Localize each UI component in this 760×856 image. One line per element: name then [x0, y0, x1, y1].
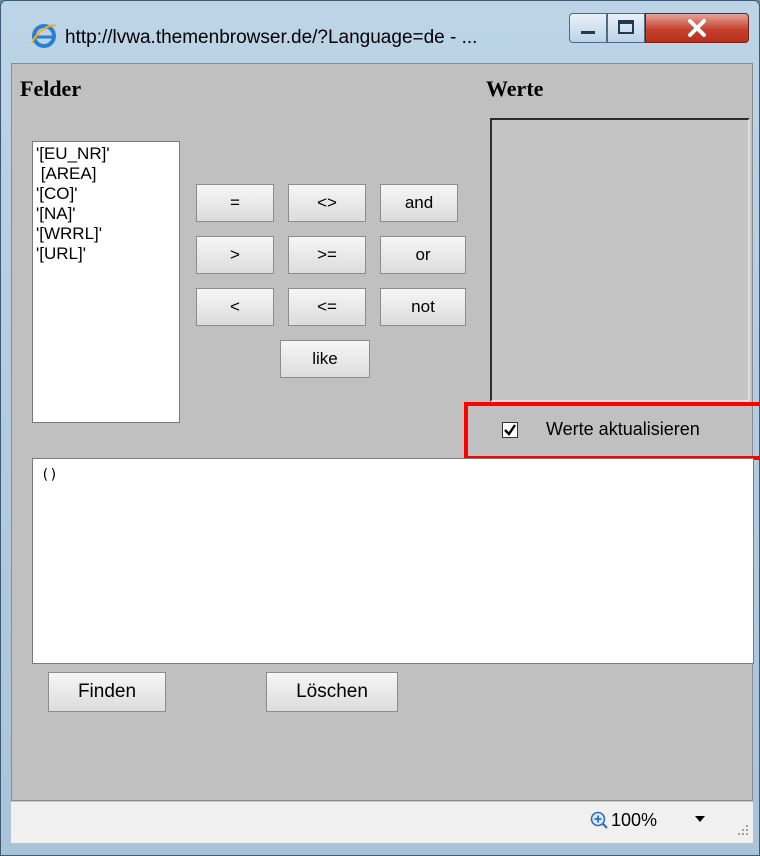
browser-popup-window: http://lvwa.themenbrowser.de/?Language=d…	[0, 0, 760, 856]
values-heading: Werte	[486, 76, 544, 101]
refresh-values-checkbox[interactable]	[502, 422, 518, 438]
title-bar[interactable]: http://lvwa.themenbrowser.de/?Language=d…	[1, 1, 759, 63]
field-item[interactable]: '[NA]'	[36, 204, 176, 224]
or-button[interactable]: or	[380, 236, 466, 274]
field-item[interactable]: '[WRRL]'	[36, 224, 176, 244]
like-button[interactable]: like	[280, 340, 370, 378]
values-listbox[interactable]	[490, 118, 750, 402]
not-equal-button[interactable]: <>	[288, 184, 366, 222]
find-button[interactable]: Finden	[48, 672, 166, 712]
resize-grip-icon[interactable]	[737, 824, 749, 836]
field-item[interactable]: [AREA]	[36, 164, 176, 184]
clear-button[interactable]: Löschen	[266, 672, 398, 712]
field-item[interactable]: '[URL]'	[36, 244, 176, 264]
internet-explorer-icon	[31, 24, 57, 48]
and-button[interactable]: and	[380, 184, 458, 222]
minimize-icon	[581, 31, 595, 34]
field-item[interactable]: '[CO]'	[36, 184, 176, 204]
status-bar: 100%	[11, 801, 753, 843]
close-button[interactable]	[645, 13, 749, 43]
zoom-level[interactable]: 100%	[611, 810, 657, 831]
less-equal-button[interactable]: <=	[288, 288, 366, 326]
field-item[interactable]: '[EU_NR]'	[36, 144, 176, 164]
window-title: http://lvwa.themenbrowser.de/?Language=d…	[65, 27, 478, 48]
not-button[interactable]: not	[380, 288, 466, 326]
checkmark-icon	[504, 424, 516, 436]
fields-listbox[interactable]: '[EU_NR]' [AREA] '[CO]' '[NA]' '[WRRL]' …	[32, 141, 180, 423]
close-icon	[688, 19, 706, 37]
minimize-button[interactable]	[569, 13, 607, 43]
query-builder-panel: Felder Werte '[EU_NR]' [AREA] '[CO]' '[N…	[11, 63, 760, 801]
less-than-button[interactable]: <	[196, 288, 274, 326]
refresh-values-highlight: Werte aktualisieren	[464, 402, 760, 460]
equals-button[interactable]: =	[196, 184, 274, 222]
query-textarea[interactable]: ()	[32, 458, 754, 664]
fields-heading: Felder	[20, 76, 82, 101]
chevron-down-icon[interactable]	[695, 816, 705, 822]
maximize-button[interactable]	[607, 13, 645, 43]
maximize-icon	[618, 20, 634, 34]
greater-equal-button[interactable]: >=	[288, 236, 366, 274]
greater-than-button[interactable]: >	[196, 236, 274, 274]
refresh-values-label: Werte aktualisieren	[546, 419, 700, 439]
zoom-icon[interactable]	[589, 810, 609, 830]
